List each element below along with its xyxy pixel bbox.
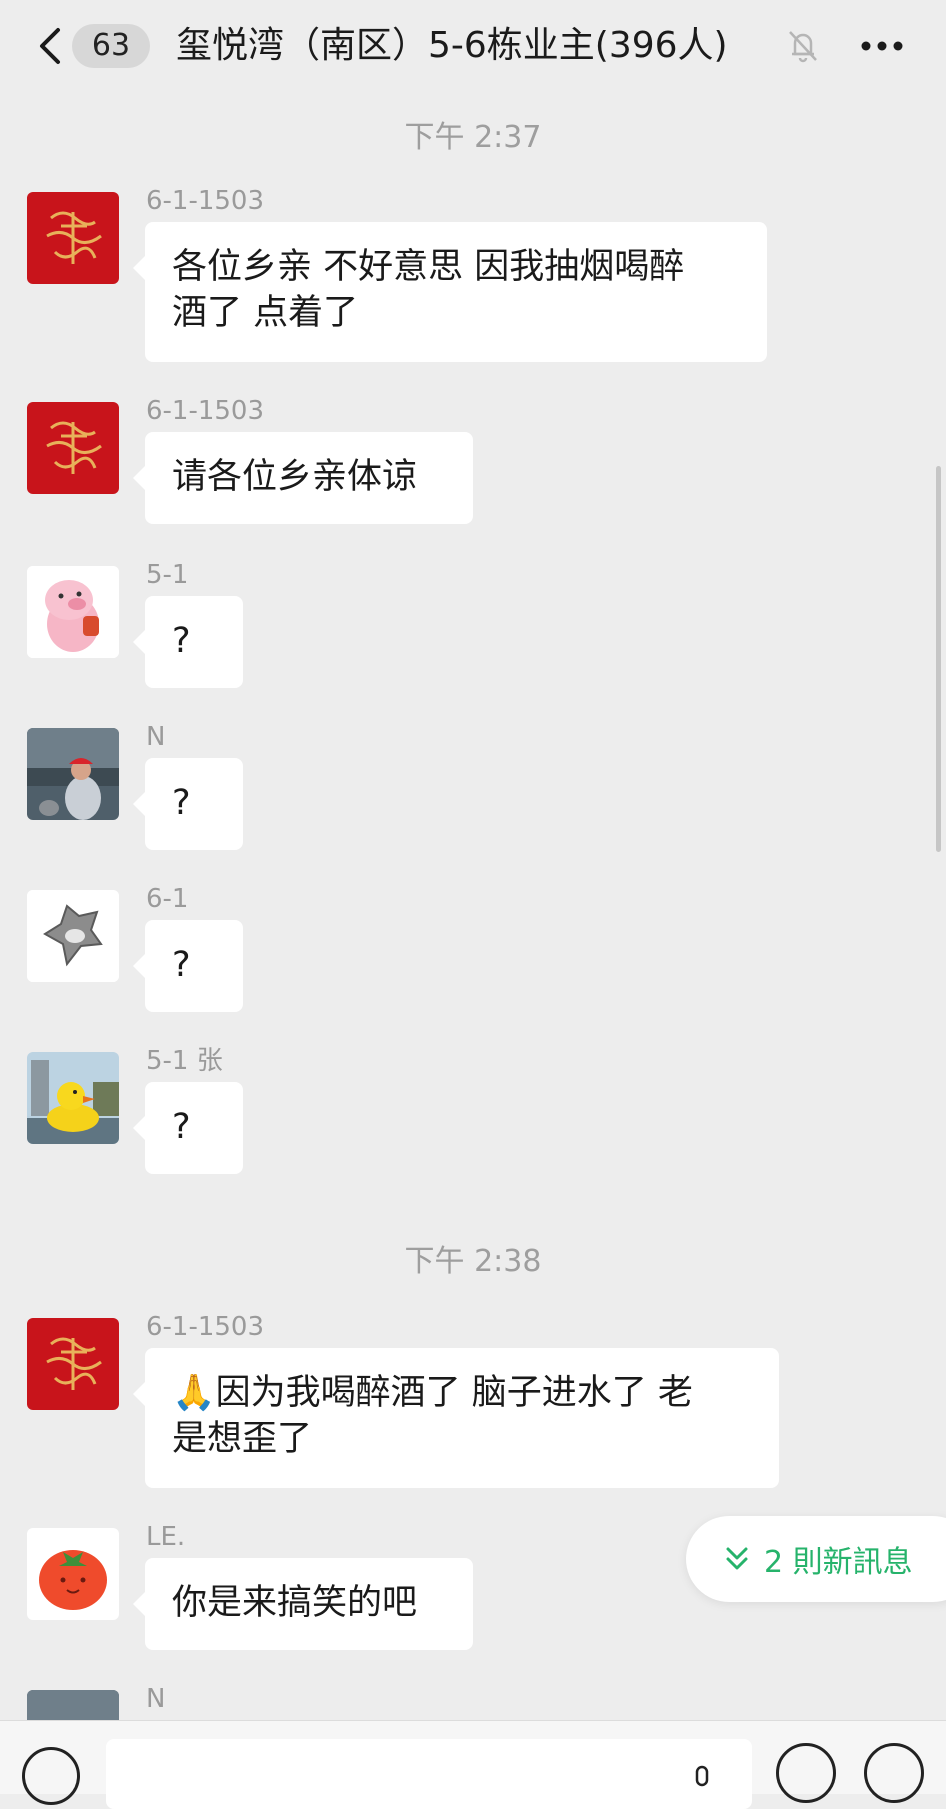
sender-name: 6-1-1503 (146, 186, 265, 216)
chat-header: 63 玺悦湾（南区）5-6栋业主(396人) (0, 0, 946, 92)
unread-count-badge[interactable]: 63 (72, 24, 150, 68)
scrollbar[interactable] (936, 466, 941, 852)
chat-title: 玺悦湾（南区）5-6栋业主(396人) (176, 25, 728, 66)
sender-name: 6-1-1503 (146, 396, 265, 426)
message-bubble[interactable]: 🙏因为我喝醉酒了 脑子进水了 老 是想歪了 (133, 1348, 779, 1488)
more-options-icon[interactable] (858, 30, 906, 62)
duck-avatar-icon (27, 1052, 119, 1144)
message-bubble[interactable]: 请各位乡亲体谅 (133, 432, 473, 524)
message-text-line: 🙏因为我喝醉酒了 脑子进水了 老 (172, 1373, 693, 1413)
voice-input-icon[interactable] (22, 1747, 80, 1805)
double-chevron-down-icon (726, 1547, 748, 1570)
avatar[interactable] (27, 402, 119, 494)
message-text-line: 各位乡亲 不好意思 因我抽烟喝醉 (172, 247, 685, 287)
red-fu-avatar-icon (27, 402, 119, 494)
avatar[interactable] (27, 890, 119, 982)
sender-name: 5-1 (146, 560, 189, 590)
timestamp: 下午 2:38 (404, 1244, 542, 1279)
sender-name: 6-1 (146, 884, 189, 914)
message-bubble[interactable]: ? (133, 920, 243, 1012)
new-messages-label: 2 則新訊息 (764, 1545, 913, 1580)
message-bubble[interactable]: ? (133, 1082, 243, 1174)
avatar[interactable] (27, 192, 119, 284)
message-text-line: 是想歪了 (172, 1419, 313, 1459)
new-messages-button[interactable]: 2 則新訊息 (686, 1516, 946, 1602)
message-bubble[interactable]: ? (133, 596, 243, 688)
avatar[interactable] (27, 1052, 119, 1144)
message-bubble[interactable]: 各位乡亲 不好意思 因我抽烟喝醉 酒了 点着了 (133, 222, 767, 362)
message-text-line: 酒了 点着了 (172, 293, 359, 333)
message-text-line: ? (172, 621, 191, 661)
microphone-icon[interactable] (688, 1765, 716, 1795)
emoji-icon[interactable] (776, 1743, 836, 1803)
silver-shape-avatar-icon (27, 890, 119, 982)
back-arrow-icon[interactable] (30, 22, 70, 70)
message-input[interactable] (106, 1739, 752, 1809)
tomato-avatar-icon (27, 1528, 119, 1620)
sender-name: 6-1-1503 (146, 1312, 265, 1342)
muted-bell-icon (789, 31, 817, 63)
timestamp: 下午 2:37 (404, 120, 542, 155)
red-fu-avatar-icon (27, 192, 119, 284)
avatar[interactable] (27, 1318, 119, 1410)
message-text-line: 请各位乡亲体谅 (172, 457, 418, 497)
sender-name: N (146, 722, 166, 752)
avatar[interactable] (27, 728, 119, 820)
message-text-line: ? (172, 783, 191, 823)
sender-name: 5-1 张 (146, 1046, 223, 1076)
avatar[interactable] (27, 1528, 119, 1620)
message-text-line: ? (172, 945, 191, 985)
message-bubble[interactable]: 你是来搞笑的吧 (133, 1558, 473, 1650)
message-bubble[interactable]: ? (133, 758, 243, 850)
message-text-line: 你是来搞笑的吧 (172, 1583, 418, 1623)
sender-name: LE. (146, 1522, 186, 1552)
avatar[interactable] (27, 566, 119, 658)
sender-name: N (146, 1684, 166, 1714)
message-text-line: ? (172, 1107, 191, 1147)
red-fu-avatar-icon (27, 1318, 119, 1410)
pig-avatar-icon (27, 566, 119, 658)
plus-icon[interactable] (864, 1743, 924, 1803)
input-toolbar (0, 1720, 946, 1809)
photo-person-avatar-icon (27, 728, 119, 820)
